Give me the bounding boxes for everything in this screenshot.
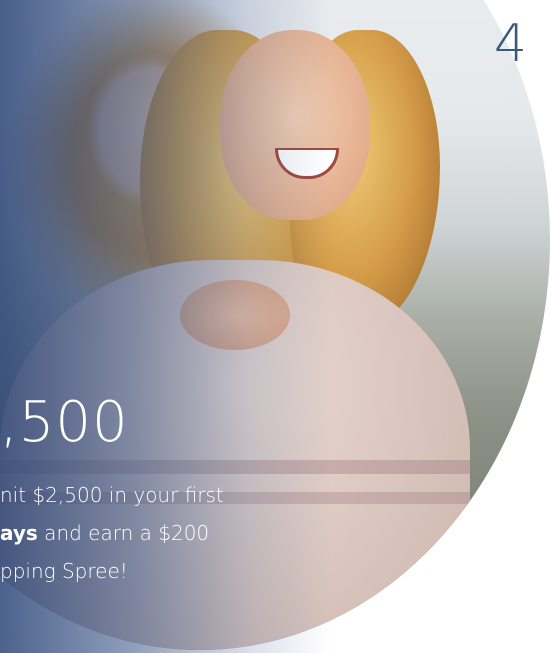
offer-line-2-bold: ays <box>0 521 38 545</box>
slide: 4 ,500 nit $2,500 in your first ays and … <box>0 0 552 653</box>
offer-line-2: ays and earn a $200 <box>0 514 300 552</box>
offer-line-3: pping Spree! <box>0 559 128 583</box>
page-number: 4 <box>493 14 528 74</box>
hero-photo-face <box>220 30 370 220</box>
hero-photo-hands <box>180 280 290 350</box>
offer-line-2-rest: and earn a $200 <box>37 521 210 545</box>
offer-line-1: nit $2,500 in your first <box>0 483 224 507</box>
offer-description: nit $2,500 in your first ays and earn a … <box>0 476 300 590</box>
offer-amount: ,500 <box>0 390 129 455</box>
